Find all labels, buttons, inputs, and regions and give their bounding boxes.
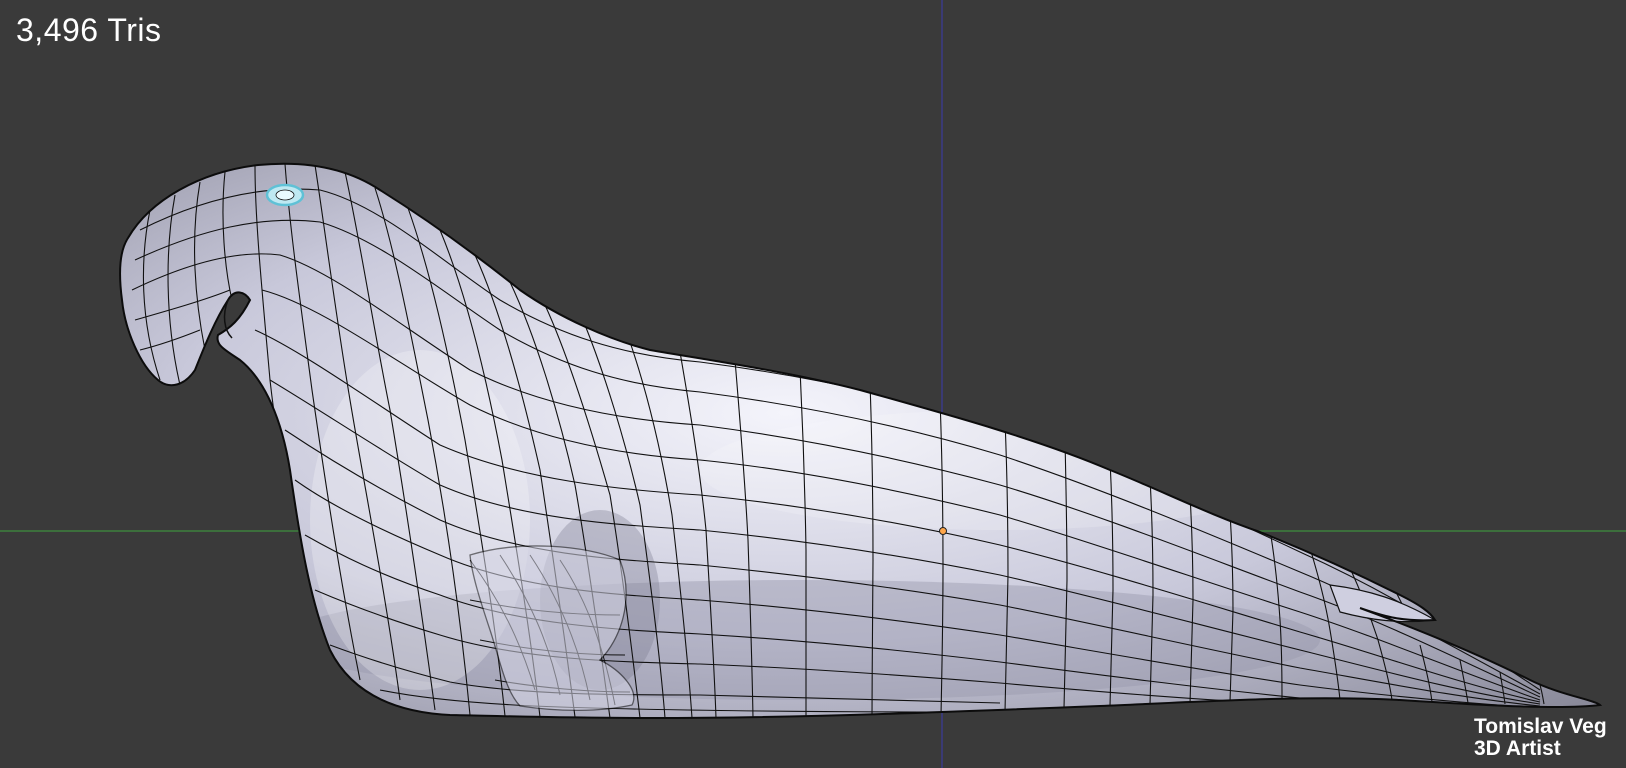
scene-canvas[interactable] [0,0,1626,768]
artist-role: 3D Artist [1474,737,1561,760]
artist-name: Tomislav Veg [1474,715,1607,738]
artist-credit: Tomislav Veg 3D Artist [1474,716,1607,760]
triangle-count-label: 3,496 Tris [16,12,162,48]
object-origin-marker[interactable] [939,527,947,535]
3d-viewport[interactable]: 3,496 Tris Tomislav Veg 3D Artist [0,0,1626,768]
seal-mesh[interactable] [119,162,1601,719]
